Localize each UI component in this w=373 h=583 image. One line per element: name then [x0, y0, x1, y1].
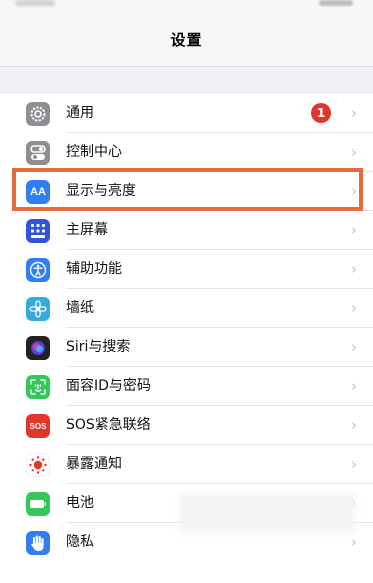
chevron-right-icon: ›: [351, 260, 357, 278]
chevron-right-icon: ›: [351, 104, 357, 122]
blurred-overlay: [180, 493, 355, 533]
nav-bar: 设置: [0, 12, 373, 67]
settings-row-control-center[interactable]: 控制中心 ›: [0, 133, 373, 172]
gear-icon: [26, 102, 50, 126]
settings-row-home-screen[interactable]: 主屏幕 ›: [0, 211, 373, 250]
chevron-right-icon: ›: [351, 416, 357, 434]
chevron-right-icon: ›: [351, 338, 357, 356]
battery-icon: [26, 492, 50, 516]
page-title: 设置: [170, 30, 203, 49]
status-time-blurred: [15, 0, 55, 6]
exposure-icon: [26, 453, 50, 477]
settings-row-label: 暴露通知: [66, 456, 122, 472]
settings-row-label: 通用: [66, 105, 94, 121]
settings-row-general[interactable]: 通用 1 ›: [0, 94, 373, 133]
chevron-right-icon: ›: [351, 377, 357, 395]
chevron-right-icon: ›: [351, 221, 357, 239]
settings-row-wallpaper[interactable]: 墙纸 ›: [0, 289, 373, 328]
section-gap: [0, 67, 373, 94]
accessibility-icon: [26, 258, 50, 282]
status-bar: [0, 0, 373, 12]
status-icons-blurred: [319, 0, 353, 6]
settings-row-emergency-sos[interactable]: SOS SOS紧急联络 ›: [0, 406, 373, 445]
home-grid-icon: [26, 219, 50, 243]
settings-row-label: 面容ID与密码: [66, 378, 151, 394]
settings-row-face-id-passcode[interactable]: 面容ID与密码 ›: [0, 367, 373, 406]
toggles-icon: [26, 141, 50, 165]
settings-row-label: 电池: [66, 495, 94, 511]
hand-privacy-icon: [26, 531, 50, 555]
settings-row-label: Siri与搜索: [66, 339, 131, 355]
siri-icon: [26, 336, 50, 360]
settings-row-label: 隐私: [66, 534, 94, 550]
settings-row-label: SOS紧急联络: [66, 417, 151, 433]
chevron-right-icon: ›: [351, 455, 357, 473]
chevron-right-icon: ›: [351, 143, 357, 161]
highlight-box: [12, 168, 363, 211]
settings-row-label: 辅助功能: [66, 261, 122, 277]
settings-row-siri-search[interactable]: Siri与搜索 ›: [0, 328, 373, 367]
face-id-icon: [26, 375, 50, 399]
settings-row-label: 控制中心: [66, 144, 122, 160]
wallpaper-flower-icon: [26, 297, 50, 321]
sos-icon: SOS: [26, 414, 50, 438]
settings-row-label: 主屏幕: [66, 222, 108, 238]
notification-badge: 1: [311, 103, 331, 123]
settings-row-label: 墙纸: [66, 300, 94, 316]
chevron-right-icon: ›: [351, 299, 357, 317]
settings-row-accessibility[interactable]: 辅助功能 ›: [0, 250, 373, 289]
settings-row-exposure-notifications[interactable]: 暴露通知 ›: [0, 445, 373, 484]
